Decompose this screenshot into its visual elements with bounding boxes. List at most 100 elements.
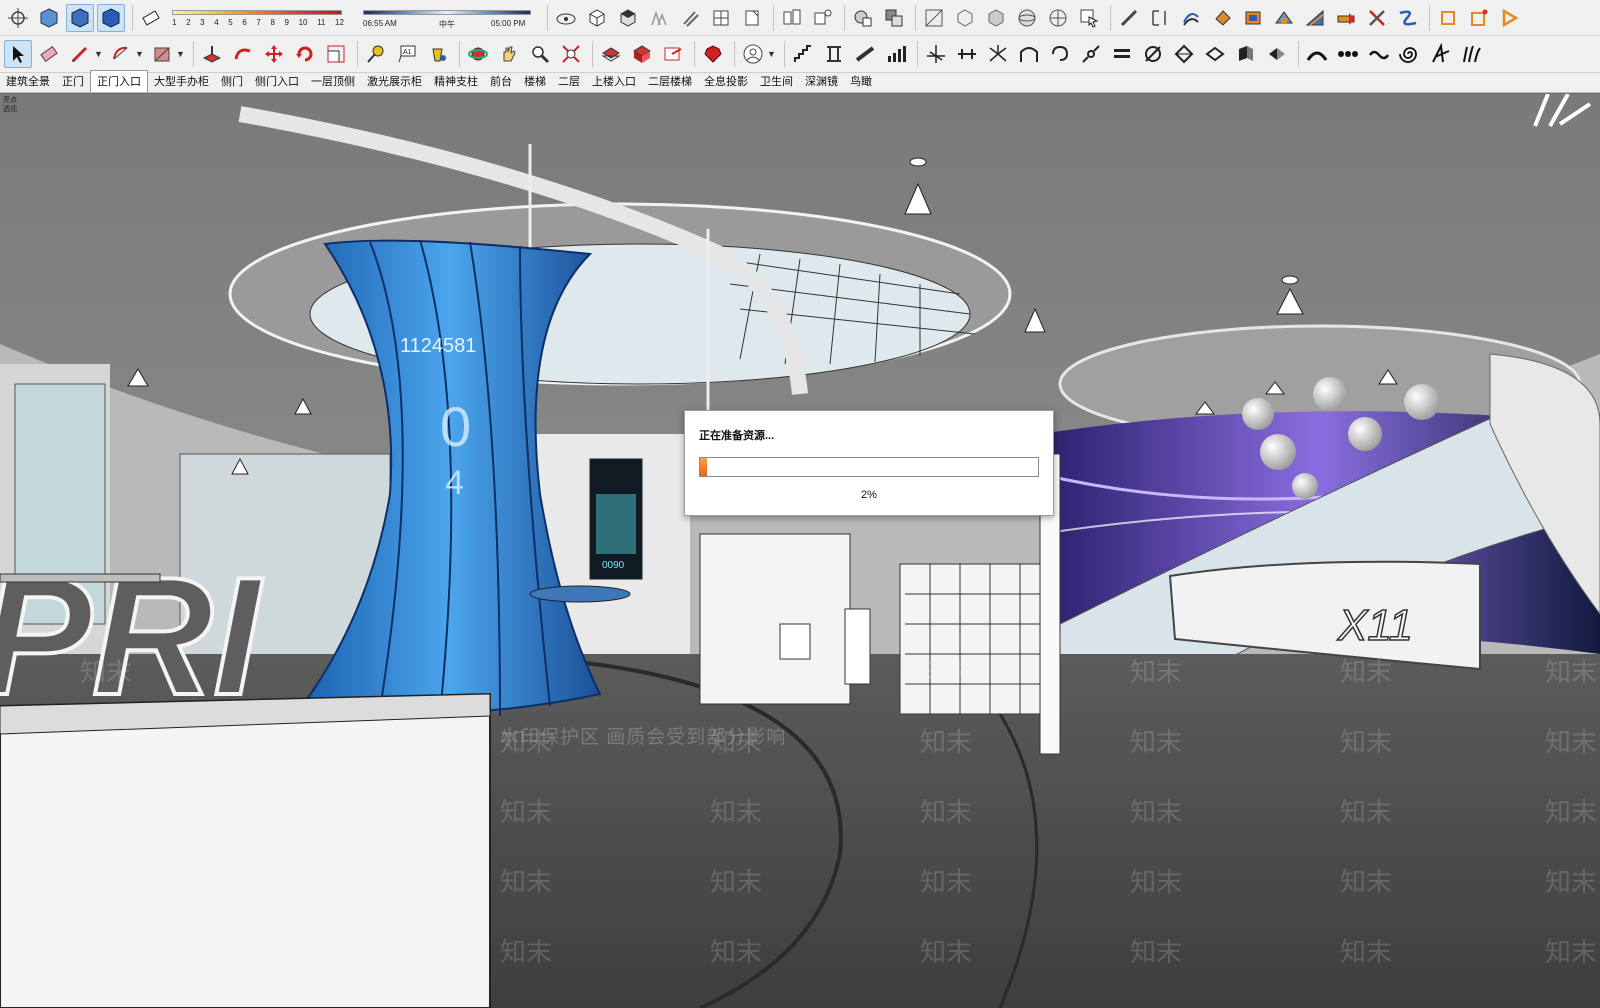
- frame-red-plugin-button[interactable]: [1465, 4, 1493, 32]
- hidden-geometry-button[interactable]: [849, 4, 877, 32]
- outliner-button[interactable]: [97, 3, 125, 32]
- line-tool-button[interactable]: [66, 40, 94, 68]
- monochrome-button[interactable]: [1044, 4, 1072, 32]
- paint-tool-button[interactable]: [424, 40, 452, 68]
- eraser-top-button[interactable]: [137, 4, 165, 32]
- sweep-plugin-button[interactable]: [1427, 40, 1455, 68]
- scene-tab[interactable]: 精神支柱: [428, 71, 484, 92]
- spiral-plugin-button[interactable]: [1396, 40, 1424, 68]
- render-plugin-button[interactable]: [1496, 4, 1524, 32]
- grass-plugin-button[interactable]: [1458, 40, 1486, 68]
- view-right-button[interactable]: [676, 4, 704, 32]
- rotate-tool-button[interactable]: [291, 40, 319, 68]
- ramp-plugin-button[interactable]: [1301, 4, 1329, 32]
- group-button[interactable]: [66, 3, 94, 32]
- scene-tab[interactable]: 卫生间: [754, 71, 799, 92]
- tape-tool-button[interactable]: [362, 40, 390, 68]
- scene-tab[interactable]: 楼梯: [518, 71, 552, 92]
- pushpull-tool-button[interactable]: [198, 40, 226, 68]
- account-button[interactable]: [739, 40, 767, 68]
- account-dropdown[interactable]: ▼: [767, 49, 777, 59]
- pipe-plugin-button[interactable]: [1332, 4, 1360, 32]
- extension-warehouse-button[interactable]: [659, 40, 687, 68]
- scale-tool-button[interactable]: [322, 40, 350, 68]
- curve-plugin-button[interactable]: [1177, 4, 1205, 32]
- column-plugin-button[interactable]: [820, 40, 848, 68]
- shape-dropdown[interactable]: ▼: [176, 49, 186, 59]
- rotate3d-plugin-button[interactable]: [1139, 40, 1167, 68]
- scene-tab[interactable]: 前台: [484, 71, 518, 92]
- scene-tab[interactable]: 鸟瞰: [844, 71, 878, 92]
- bend-plugin-button[interactable]: [1394, 4, 1422, 32]
- component-button[interactable]: [35, 4, 63, 32]
- arc-dropdown[interactable]: ▼: [135, 49, 145, 59]
- zoom-extents-button[interactable]: [557, 40, 585, 68]
- layer-plugin-button[interactable]: [1108, 40, 1136, 68]
- textured-button[interactable]: [1013, 4, 1041, 32]
- layout-button[interactable]: [778, 4, 806, 32]
- dots-plugin-button[interactable]: [1334, 40, 1362, 68]
- text-tool-button[interactable]: A1: [393, 40, 421, 68]
- followme-tool-button[interactable]: [229, 40, 257, 68]
- model-viewport[interactable]: 0090 1124581 0 4 X11 PRI 亮点 透视 水印保护区 画质会…: [0, 94, 1600, 1008]
- view-front-button[interactable]: [645, 4, 673, 32]
- orbit-tool-button[interactable]: [464, 40, 492, 68]
- display-mode-button[interactable]: [880, 4, 908, 32]
- roof-plugin-button[interactable]: [1270, 4, 1298, 32]
- eraser-tool-button[interactable]: [35, 40, 63, 68]
- move-origin-button[interactable]: [4, 4, 32, 32]
- scene-tab[interactable]: 一层顶侧: [305, 71, 361, 92]
- flip-plugin-button[interactable]: [1263, 40, 1291, 68]
- rectangle-tool-button[interactable]: [148, 40, 176, 68]
- fill-plugin-button[interactable]: [1208, 4, 1236, 32]
- flat-plugin-button[interactable]: [1201, 40, 1229, 68]
- scene-tab[interactable]: 深渊镜: [799, 71, 844, 92]
- cut-plugin-button[interactable]: [1363, 4, 1391, 32]
- stair-plugin-button[interactable]: [789, 40, 817, 68]
- scene-tab[interactable]: 二层楼梯: [642, 71, 698, 92]
- view-back-button[interactable]: [707, 4, 735, 32]
- scene-tab[interactable]: 大型手办柜: [148, 71, 215, 92]
- beam-plugin-button[interactable]: [851, 40, 879, 68]
- scene-tab[interactable]: 侧门: [215, 71, 249, 92]
- extrude-plugin-button[interactable]: [1232, 40, 1260, 68]
- zoom-tool-button[interactable]: [526, 40, 554, 68]
- axis-plugin-button[interactable]: [922, 40, 950, 68]
- dimension-plugin-button[interactable]: [1146, 4, 1174, 32]
- scene-tab-active[interactable]: 正门入口: [90, 70, 148, 92]
- scene-tab[interactable]: 建筑全景: [0, 71, 56, 92]
- arc-plugin-button[interactable]: [1303, 40, 1331, 68]
- move-tool-button[interactable]: [260, 40, 288, 68]
- section-plane-button[interactable]: [552, 4, 580, 32]
- align-plugin-button[interactable]: [953, 40, 981, 68]
- select-tool-button[interactable]: [4, 40, 32, 68]
- select-plugin-button[interactable]: [1075, 4, 1103, 32]
- scene-tab[interactable]: 全息投影: [698, 71, 754, 92]
- wave-plugin-button[interactable]: [1365, 40, 1393, 68]
- line-dropdown[interactable]: ▼: [94, 49, 104, 59]
- scene-tab[interactable]: 侧门入口: [249, 71, 305, 92]
- view-iso-button[interactable]: [583, 4, 611, 32]
- xray-button[interactable]: [809, 4, 837, 32]
- arch-plugin-button[interactable]: [1015, 40, 1043, 68]
- diamond-plugin-button[interactable]: [1170, 40, 1198, 68]
- view-left-button[interactable]: [738, 4, 766, 32]
- frame-plugin-button[interactable]: [1434, 4, 1462, 32]
- ruby-console-button[interactable]: [699, 40, 727, 68]
- bar-chart-plugin-button[interactable]: [882, 40, 910, 68]
- scene-tab[interactable]: 上楼入口: [586, 71, 642, 92]
- weld-plugin-button[interactable]: [1077, 40, 1105, 68]
- pan-tool-button[interactable]: [495, 40, 523, 68]
- shadow-time-slider[interactable]: 06:55 AM 中午 05:00 PM: [359, 3, 537, 33]
- shaded-button[interactable]: [982, 4, 1010, 32]
- loop-plugin-button[interactable]: [1046, 40, 1074, 68]
- components-3d-button[interactable]: [628, 40, 656, 68]
- wireframe-button[interactable]: [920, 4, 948, 32]
- hidden-line-button[interactable]: [951, 4, 979, 32]
- view-top-button[interactable]: [614, 4, 642, 32]
- spring-plugin-button[interactable]: [984, 40, 1012, 68]
- warehouse-button[interactable]: [597, 40, 625, 68]
- scene-tab[interactable]: 二层: [552, 71, 586, 92]
- scene-tab[interactable]: 激光展示柜: [361, 71, 428, 92]
- arc-tool-button[interactable]: [107, 40, 135, 68]
